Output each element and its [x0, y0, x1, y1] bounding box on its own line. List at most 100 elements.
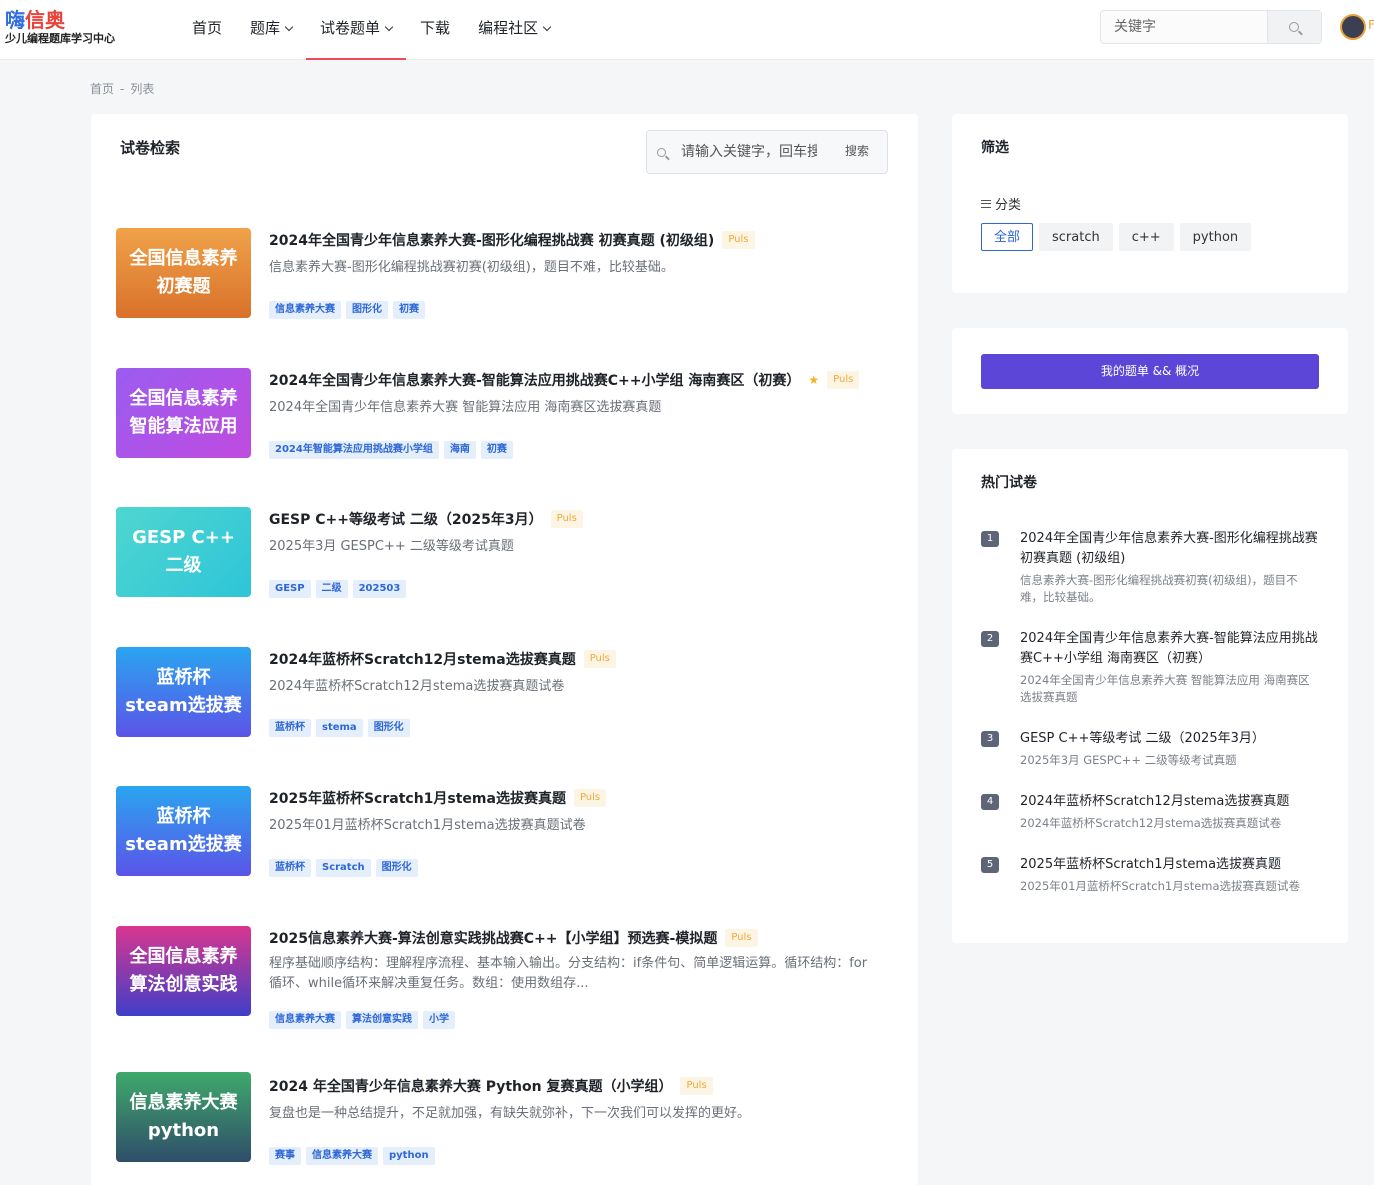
paper-item[interactable]: 蓝桥杯 steam选拔赛 2024年蓝桥杯Scratch12月stema选拔赛真题… — [116, 647, 896, 747]
tag[interactable]: GESP — [269, 580, 311, 598]
tag[interactable]: 信息素养大赛 — [269, 301, 341, 319]
tag[interactable]: 202503 — [352, 580, 407, 598]
category-option-python[interactable]: python — [1179, 223, 1252, 251]
thumb-line: 二级 — [165, 555, 202, 576]
header-search: 关键字 — [1100, 10, 1322, 44]
paper-description: 2025年3月 GESPC++ 二级等级考试真题 — [269, 539, 514, 554]
hot-paper-title[interactable]: 2024年全国青少年信息素养大赛-图形化编程挑战赛 初赛真题 (初级组) — [1020, 529, 1320, 569]
paper-title[interactable]: 2025年蓝桥杯Scratch1月stema选拔赛真题 Puls — [269, 788, 607, 808]
site-logo[interactable]: 嗨信奥 少儿编程题库学习中心 — [5, 8, 125, 48]
hot-paper-title[interactable]: GESP C++等级考试 二级（2025年3月） — [1020, 729, 1320, 749]
paper-item[interactable]: GESP C++ 二级 GESP C++等级考试 二级（2025年3月） Puls … — [116, 507, 896, 607]
paper-tags: 赛事 信息素养大赛 python — [269, 1147, 435, 1165]
thumb-line: 蓝桥杯 — [156, 806, 211, 827]
nav-item-home[interactable]: 首页 — [178, 0, 236, 60]
tag[interactable]: 蓝桥杯 — [269, 719, 311, 737]
chevron-down-icon — [542, 22, 552, 32]
tag[interactable]: 小学 — [423, 1011, 455, 1029]
paper-description: 信息素养大赛-图形化编程挑战赛初赛(初级组)，题目不难，比较基础。 — [269, 260, 674, 275]
nav-item-download[interactable]: 下载 — [406, 0, 464, 60]
tag[interactable]: 算法创意实践 — [346, 1011, 418, 1029]
paper-tags: 信息素养大赛 算法创意实践 小学 — [269, 1011, 455, 1029]
paper-thumbnail[interactable]: 蓝桥杯 steam选拔赛 — [116, 786, 251, 876]
tag[interactable]: 信息素养大赛 — [306, 1147, 378, 1165]
tag[interactable]: 2024年智能算法应用挑战赛小学组 — [269, 441, 439, 459]
hot-paper-desc: 2025年3月 GESPC++ 二级等级考试真题 — [1020, 753, 1237, 767]
chevron-down-icon — [384, 22, 394, 32]
paper-item[interactable]: 全国信息素养 算法创意实践 2025信息素养大赛-算法创意实践挑战赛C++【小学组… — [116, 926, 896, 1029]
paper-thumbnail[interactable]: 全国信息素养 初赛题 — [116, 228, 251, 318]
category-option-scratch[interactable]: scratch — [1039, 223, 1113, 251]
paper-thumbnail[interactable]: 信息素养大赛 python — [116, 1072, 251, 1162]
category-label: 分类 — [981, 194, 1021, 213]
paper-title-text: 2024年全国青少年信息素养大赛-智能算法应用挑战赛C++小学组 海南赛区（初赛… — [269, 373, 801, 389]
nav-label: 题库 — [250, 19, 281, 37]
paper-search-input[interactable]: 请输入关键字，回车搜索 — [681, 131, 817, 173]
tag[interactable]: python — [383, 1147, 435, 1165]
tag[interactable]: 图形化 — [367, 719, 410, 737]
hot-papers-title: 热门试卷 — [981, 475, 1037, 491]
hot-paper-title[interactable]: 2024年全国青少年信息素养大赛-智能算法应用挑战赛C++小学组 海南赛区（初赛… — [1020, 629, 1320, 669]
paper-title[interactable]: 2024年全国青少年信息素养大赛-智能算法应用挑战赛C++小学组 海南赛区（初赛… — [269, 370, 860, 390]
nav-label: 编程社区 — [478, 19, 539, 37]
tag[interactable]: 图形化 — [375, 859, 418, 877]
nav-item-community[interactable]: 编程社区 — [464, 0, 564, 60]
my-lists-panel: 我的题单 && 概况 — [952, 328, 1348, 414]
my-lists-overview-button[interactable]: 我的题单 && 概况 — [981, 354, 1319, 389]
paper-item[interactable]: 全国信息素养 智能算法应用 2024年全国青少年信息素养大赛-智能算法应用挑战赛C… — [116, 368, 896, 468]
paper-tags: 蓝桥杯 stema 图形化 — [269, 719, 410, 737]
paper-thumbnail[interactable]: 蓝桥杯 steam选拔赛 — [116, 647, 251, 737]
nav-item-papers[interactable]: 试卷题单 — [306, 0, 407, 60]
puls-badge: Puls — [583, 650, 616, 668]
paper-tags: 2024年智能算法应用挑战赛小学组 海南 初赛 — [269, 441, 513, 459]
breadcrumb-home[interactable]: 首页 — [90, 82, 114, 96]
tag[interactable]: 初赛 — [393, 301, 425, 319]
tag[interactable]: stema — [316, 719, 363, 737]
header-search-button[interactable] — [1267, 11, 1321, 43]
paper-title[interactable]: 2024年全国青少年信息素养大赛-图形化编程挑战赛 初赛真题 (初级组) Puls — [269, 230, 755, 250]
hot-paper-title[interactable]: 2024年蓝桥杯Scratch12月stema选拔赛真题 — [1020, 792, 1320, 812]
tag[interactable]: Scratch — [316, 859, 371, 877]
paper-item[interactable]: 信息素养大赛 python 2024 年全国青少年信息素养大赛 Python 复赛… — [116, 1072, 896, 1172]
hot-paper-desc: 信息素养大赛-图形化编程挑战赛初赛(初级组)，题目不难，比较基础。 — [1020, 573, 1298, 604]
user-name-initial[interactable]: F — [1368, 18, 1374, 32]
puls-badge: Puls — [722, 231, 755, 249]
rank-badge: 5 — [981, 857, 999, 873]
paper-item[interactable]: 蓝桥杯 steam选拔赛 2025年蓝桥杯Scratch1月stema选拔赛真题 P… — [116, 786, 896, 886]
paper-item[interactable]: 全国信息素养 初赛题 2024年全国青少年信息素养大赛-图形化编程挑战赛 初赛真题… — [116, 228, 896, 328]
category-option-cpp[interactable]: c++ — [1118, 223, 1174, 251]
tag[interactable]: 初赛 — [480, 441, 513, 459]
paper-thumbnail[interactable]: 全国信息素养 智能算法应用 — [116, 368, 251, 458]
paper-thumbnail[interactable]: 全国信息素养 算法创意实践 — [116, 926, 251, 1016]
logo-main-a: 嗨 — [5, 8, 25, 32]
nav-label: 首页 — [192, 19, 223, 37]
tag[interactable]: 二级 — [315, 580, 348, 598]
paper-description: 2024年全国青少年信息素养大赛 智能算法应用 海南赛区选拔赛真题 — [269, 400, 662, 415]
star-icon: ★ — [808, 373, 820, 387]
tag[interactable]: 蓝桥杯 — [269, 859, 311, 877]
nav-item-question-bank[interactable]: 题库 — [236, 0, 306, 60]
category-label-text: 分类 — [995, 198, 1022, 213]
hot-paper-title[interactable]: 2025年蓝桥杯Scratch1月stema选拔赛真题 — [1020, 855, 1320, 875]
paper-title[interactable]: 2024 年全国青少年信息素养大赛 Python 复赛真题（小学组） Puls — [269, 1076, 713, 1096]
breadcrumb: 首页 - 列表 — [90, 80, 154, 97]
tag[interactable]: 海南 — [443, 441, 476, 459]
tag[interactable]: 图形化 — [346, 301, 388, 319]
avatar[interactable] — [1340, 14, 1366, 40]
main-nav: 首页 题库 试卷题单 下载 编程社区 — [178, 0, 564, 60]
tag[interactable]: 赛事 — [269, 1147, 301, 1165]
paper-title[interactable]: 2024年蓝桥杯Scratch12月stema选拔赛真题 Puls — [269, 649, 616, 669]
thumb-line: 全国信息素养 — [129, 248, 238, 269]
rank-badge: 4 — [981, 794, 999, 810]
top-header: 嗨信奥 少儿编程题库学习中心 首页 题库 试卷题单 下载 编程社区 关键字 F — [0, 0, 1374, 60]
paper-title-text: 2024年全国青少年信息素养大赛-图形化编程挑战赛 初赛真题 (初级组) — [269, 233, 715, 249]
category-option-all[interactable]: 全部 — [981, 223, 1034, 251]
paper-title[interactable]: 2025信息素养大赛-算法创意实践挑战赛C++【小学组】预选赛-模拟题 Puls — [269, 928, 758, 948]
paper-title-text: 2025信息素养大赛-算法创意实践挑战赛C++【小学组】预选赛-模拟题 — [269, 931, 718, 947]
paper-search-button[interactable]: 搜索 — [845, 131, 869, 171]
header-search-input[interactable]: 关键字 — [1114, 11, 1156, 43]
thumb-line: python — [147, 1120, 220, 1141]
paper-title[interactable]: GESP C++等级考试 二级（2025年3月） Puls — [269, 509, 583, 529]
paper-thumbnail[interactable]: GESP C++ 二级 — [116, 507, 251, 597]
tag[interactable]: 信息素养大赛 — [269, 1011, 341, 1029]
